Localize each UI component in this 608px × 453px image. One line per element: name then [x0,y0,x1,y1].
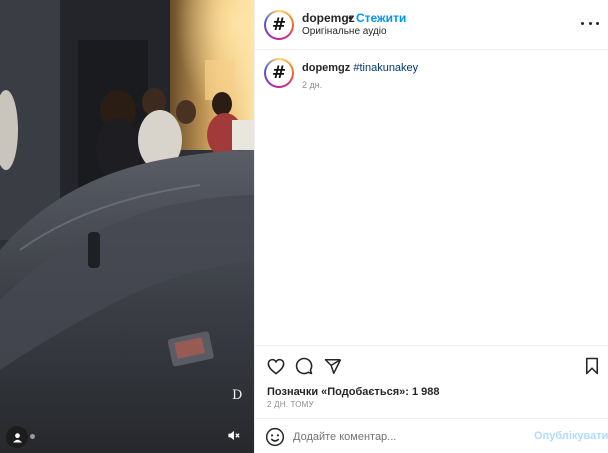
avatar[interactable]: # [264,10,294,40]
video-frame [0,0,254,453]
comment-button[interactable] [293,355,315,377]
more-options-icon[interactable] [581,16,599,30]
mute-icon [227,430,240,440]
mute-button[interactable] [222,424,244,446]
author-username[interactable]: dopemgz [302,11,355,25]
likes-count[interactable]: Позначки «Подобається»: 1 988 [267,386,439,398]
follow-button[interactable]: Стежити [356,11,406,25]
emoji-icon[interactable] [265,427,285,447]
comment-input[interactable] [293,428,518,446]
comment-bar: Опублікувати [255,418,608,453]
separator-bullet: • [348,11,353,25]
action-bar [255,345,608,385]
caption-hashtag[interactable]: #tinakunakey [353,62,418,74]
bookmark-button[interactable] [581,355,603,377]
publish-button[interactable]: Опублікувати [534,430,608,442]
share-button[interactable] [322,355,344,377]
user-tag-button[interactable] [6,426,28,448]
comment-icon [295,357,313,375]
bookmark-icon [585,357,599,375]
audio-link[interactable]: Оригінальне аудіо [302,26,387,37]
heart-icon [267,358,285,375]
post-side-panel: # dopemgz • Стежити Оригінальне аудіо # … [254,0,608,453]
caption-time[interactable]: 2 дн. [302,80,322,90]
caption-avatar[interactable]: # [264,58,294,88]
share-icon [324,358,342,374]
caption-text: dopemgz #tinakunakey [302,62,418,74]
caption-avatar-hash: # [266,60,292,86]
like-button[interactable] [265,355,287,377]
avatar-hash: # [266,12,292,38]
caption-username[interactable]: dopemgz [302,62,350,74]
post-header: # dopemgz • Стежити Оригінальне аудіо [255,0,608,50]
user-tag-icon [12,432,22,443]
video-watermark: D [232,388,243,403]
posted-time[interactable]: 2 ДН. ТОМУ [267,400,314,409]
carousel-dot [30,434,35,439]
post-video[interactable]: D [0,0,254,453]
